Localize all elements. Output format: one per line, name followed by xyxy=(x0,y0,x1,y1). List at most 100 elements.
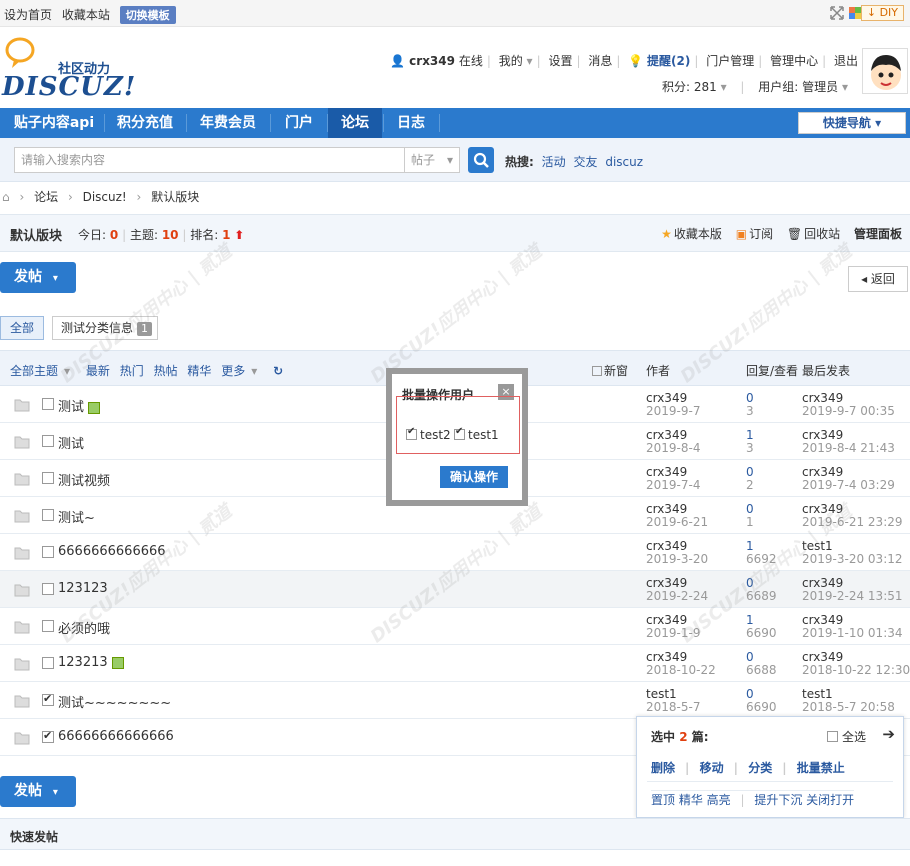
set-home-link[interactable]: 设为首页 xyxy=(4,8,52,22)
filter-all[interactable]: 全部主题 ▾ xyxy=(10,364,76,378)
row-checkbox[interactable] xyxy=(42,509,54,521)
filter-digest[interactable]: 精华 xyxy=(187,364,211,378)
fullscreen-icon[interactable] xyxy=(830,6,844,20)
subscribe-link[interactable]: 订阅 xyxy=(749,227,773,241)
breadcrumb-item[interactable]: 默认版块 xyxy=(151,190,199,204)
select-all-label: 全选 xyxy=(842,730,867,744)
thread-title[interactable]: 测试~~~~~~~~ xyxy=(58,692,171,711)
hot-search-item[interactable]: 交友 xyxy=(573,155,597,169)
thread-title[interactable]: 测试 xyxy=(58,433,84,452)
filter-hot-posts[interactable]: 热帖 xyxy=(154,364,178,378)
sticky-digest-highlight-actions[interactable]: 置顶 精华 高亮 xyxy=(651,793,731,807)
thread-last-post: crx349 2019-7-4 03:29 xyxy=(802,466,895,492)
diy-button[interactable]: ↓ DIY xyxy=(860,5,904,21)
table-row[interactable]: 123213 crx349 2018-10-22 0 6688 crx349 2018-10… xyxy=(0,645,910,682)
nav-item-credits[interactable]: 积分充值 xyxy=(106,108,184,138)
filter-hot[interactable]: 热门 xyxy=(120,364,144,378)
category-action[interactable]: 分类 xyxy=(748,761,772,775)
table-row[interactable]: 测试~~~~~~~~ test12018-5-7 06690 test12018-5-… xyxy=(0,682,910,719)
row-checkbox[interactable] xyxy=(42,546,54,558)
thread-title[interactable]: 测试视频 xyxy=(58,470,110,489)
favorite-link[interactable]: 收藏本站 xyxy=(62,8,110,22)
favorite-forum-link[interactable]: 收藏本版 xyxy=(674,227,722,241)
thread-title[interactable]: 必须的哦 xyxy=(58,618,110,637)
user-option[interactable]: test1 xyxy=(454,426,499,442)
filter-more[interactable]: 更多 ▾ xyxy=(221,364,263,378)
row-checkbox[interactable] xyxy=(42,620,54,632)
search-input[interactable]: 请输入搜索内容 xyxy=(14,147,404,173)
tab-category[interactable]: 测试分类信息 1 xyxy=(52,316,158,340)
my-menu[interactable]: 我的 xyxy=(499,54,523,68)
thread-title-text: 123123 xyxy=(58,581,108,596)
table-row[interactable]: 6666666666666 crx349 2019-3-20 1 6692 test1 20… xyxy=(0,534,910,571)
admin-center-link[interactable]: 管理中心 xyxy=(770,54,818,68)
arrow-right-icon[interactable]: ➔ xyxy=(882,725,895,743)
search-type-select[interactable]: 帖子 ▾ xyxy=(404,147,460,173)
new-window-toggle[interactable]: 新窗 xyxy=(592,362,628,379)
new-post-label: 发帖 xyxy=(14,269,42,285)
user-option[interactable]: test2 xyxy=(406,426,451,442)
back-button[interactable]: ◂ 返回 xyxy=(848,266,908,292)
thread-title[interactable]: 123213 xyxy=(58,655,124,670)
avatar[interactable] xyxy=(862,48,908,94)
post-date: 2019-3-20 xyxy=(646,552,709,566)
breadcrumb-item[interactable]: 论坛 xyxy=(34,190,58,204)
nav-item-forum[interactable]: 论坛 xyxy=(328,108,382,138)
breadcrumb-item[interactable]: Discuz! xyxy=(83,190,127,204)
new-post-button[interactable]: 发帖 ▾ xyxy=(0,262,76,293)
portal-admin-link[interactable]: 门户管理 xyxy=(706,54,754,68)
row-checkbox[interactable] xyxy=(42,398,54,410)
new-post-button-bottom[interactable]: 发帖 ▾ xyxy=(0,776,76,807)
logout-link[interactable]: 退出 xyxy=(834,54,858,68)
table-row[interactable]: 必须的哦 crx349 2019-1-9 1 6690 crx349 2019-1-10 0… xyxy=(0,608,910,645)
post-date: 2019-1-9 xyxy=(646,626,701,640)
move-action[interactable]: 移动 xyxy=(700,761,724,775)
row-checkbox[interactable] xyxy=(42,657,54,669)
row-checkbox[interactable] xyxy=(42,472,54,484)
col-author: 作者 xyxy=(646,364,671,378)
points-menu[interactable]: 积分: 281 xyxy=(662,80,717,94)
thread-counts: 0 6688 xyxy=(746,651,777,677)
row-checkbox[interactable] xyxy=(42,583,54,595)
nav-item-api[interactable]: 贴子内容api xyxy=(6,108,102,138)
folder-icon xyxy=(14,584,30,597)
filter-latest[interactable]: 最新 xyxy=(86,364,110,378)
search-button[interactable] xyxy=(468,147,494,173)
quick-nav-button[interactable]: 快捷导航 ▾ xyxy=(798,112,906,134)
thread-title[interactable]: 66666666666666 xyxy=(58,729,174,744)
new-post-label: 发帖 xyxy=(14,783,42,799)
confirm-button[interactable]: 确认操作 xyxy=(440,466,508,488)
rank-label: 排名: xyxy=(190,228,219,242)
switch-template-button[interactable]: 切换模板 xyxy=(119,6,176,24)
row-checkbox[interactable] xyxy=(42,435,54,447)
thread-title[interactable]: 6666666666666 xyxy=(58,544,166,559)
row-checkbox[interactable] xyxy=(42,692,54,706)
manage-panel-link[interactable]: 管理面板 xyxy=(854,227,902,241)
select-all-toggle[interactable]: 全选 xyxy=(827,728,866,745)
nav-item-blog[interactable]: 日志 xyxy=(384,108,438,138)
tab-all[interactable]: 全部 xyxy=(0,316,44,340)
nav-item-vip[interactable]: 年费会员 xyxy=(188,108,268,138)
thread-title[interactable]: 测试~ xyxy=(58,507,95,526)
row-checkbox[interactable] xyxy=(42,729,54,743)
thread-title[interactable]: 测试 xyxy=(58,396,101,415)
home-icon[interactable]: ⌂ xyxy=(2,190,10,204)
messages-link[interactable]: 消息 xyxy=(588,54,612,68)
logo[interactable]: DISCUZ! xyxy=(2,72,136,102)
usergroup-menu[interactable]: 用户组: 管理员 xyxy=(758,80,838,94)
nav-item-portal[interactable]: 门户 xyxy=(272,108,326,138)
hot-search-item[interactable]: 活动 xyxy=(542,155,566,169)
delete-action[interactable]: 删除 xyxy=(651,761,675,775)
recycle-link[interactable]: 回收站 xyxy=(804,227,840,241)
thread-title[interactable]: 123123 xyxy=(58,581,108,596)
hot-search-item[interactable]: discuz xyxy=(605,155,643,169)
thread-title-text: 6666666666666 xyxy=(58,544,166,559)
username-link[interactable]: crx349 xyxy=(409,54,455,68)
table-row[interactable]: 123123 crx349 2019-2-24 0 6689 crx349 2019-2-2… xyxy=(0,571,910,608)
bump-close-actions[interactable]: 提升下沉 关闭打开 xyxy=(754,793,854,807)
settings-link[interactable]: 设置 xyxy=(548,54,572,68)
notice-link[interactable]: 提醒(2) xyxy=(647,54,690,68)
thread-author: crx349 2019-1-9 xyxy=(646,614,700,640)
refresh-icon[interactable]: ↻ xyxy=(273,364,283,378)
batch-ban-action[interactable]: 批量禁止 xyxy=(797,761,845,775)
